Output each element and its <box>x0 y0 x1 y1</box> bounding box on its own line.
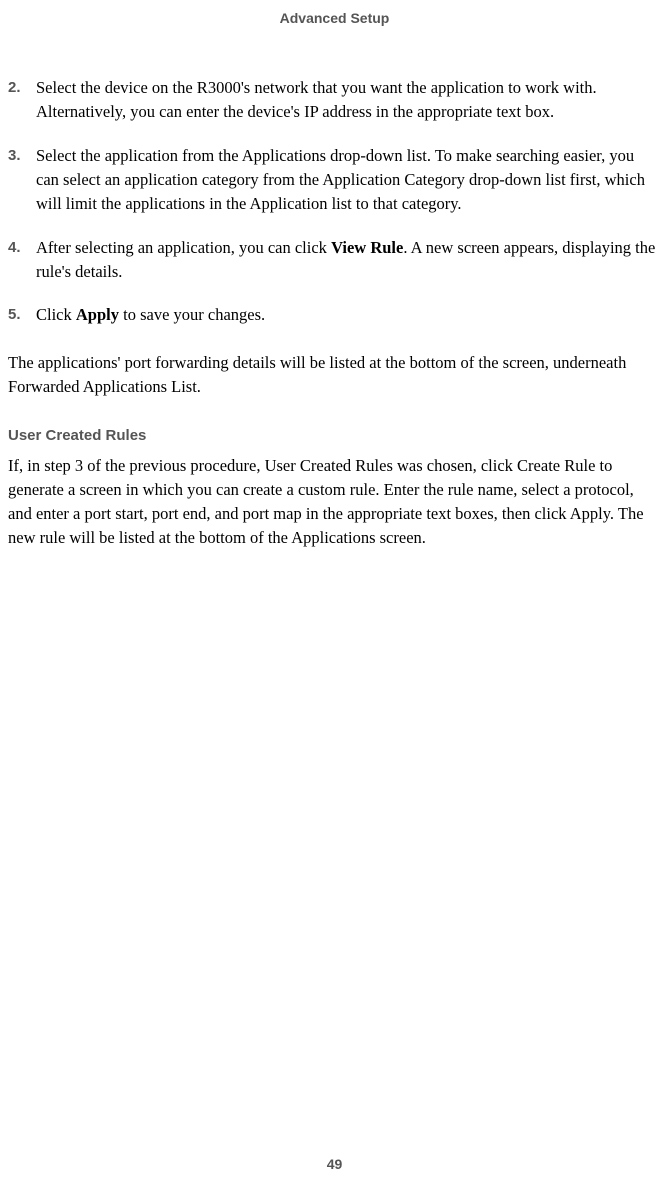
main-content: 2. Select the device on the R3000's netw… <box>0 76 669 550</box>
step-number: 4. <box>8 236 36 284</box>
step-text-after: to save your changes. <box>119 305 265 324</box>
step-text-before: Click <box>36 305 76 324</box>
bold-apply: Apply <box>76 305 119 324</box>
numbered-steps-list: 2. Select the device on the R3000's netw… <box>8 76 659 327</box>
step-text: After selecting an application, you can … <box>36 236 659 284</box>
step-4: 4. After selecting an application, you c… <box>8 236 659 284</box>
step-2: 2. Select the device on the R3000's netw… <box>8 76 659 124</box>
page-number: 49 <box>0 1156 669 1172</box>
page-header: Advanced Setup <box>0 0 669 76</box>
after-steps-paragraph: The applications' port forwarding detail… <box>8 351 659 399</box>
step-text: Select the device on the R3000's network… <box>36 76 659 124</box>
section-heading-user-created-rules: User Created Rules <box>8 427 659 444</box>
step-number: 3. <box>8 144 36 216</box>
step-text-before: After selecting an application, you can … <box>36 238 331 257</box>
step-number: 5. <box>8 303 36 327</box>
step-number: 2. <box>8 76 36 124</box>
step-5: 5. Click Apply to save your changes. <box>8 303 659 327</box>
step-text: Click Apply to save your changes. <box>36 303 659 327</box>
step-3: 3. Select the application from the Appli… <box>8 144 659 216</box>
section-body-paragraph: If, in step 3 of the previous procedure,… <box>8 454 659 550</box>
step-text: Select the application from the Applicat… <box>36 144 659 216</box>
bold-view-rule: View Rule <box>331 238 403 257</box>
